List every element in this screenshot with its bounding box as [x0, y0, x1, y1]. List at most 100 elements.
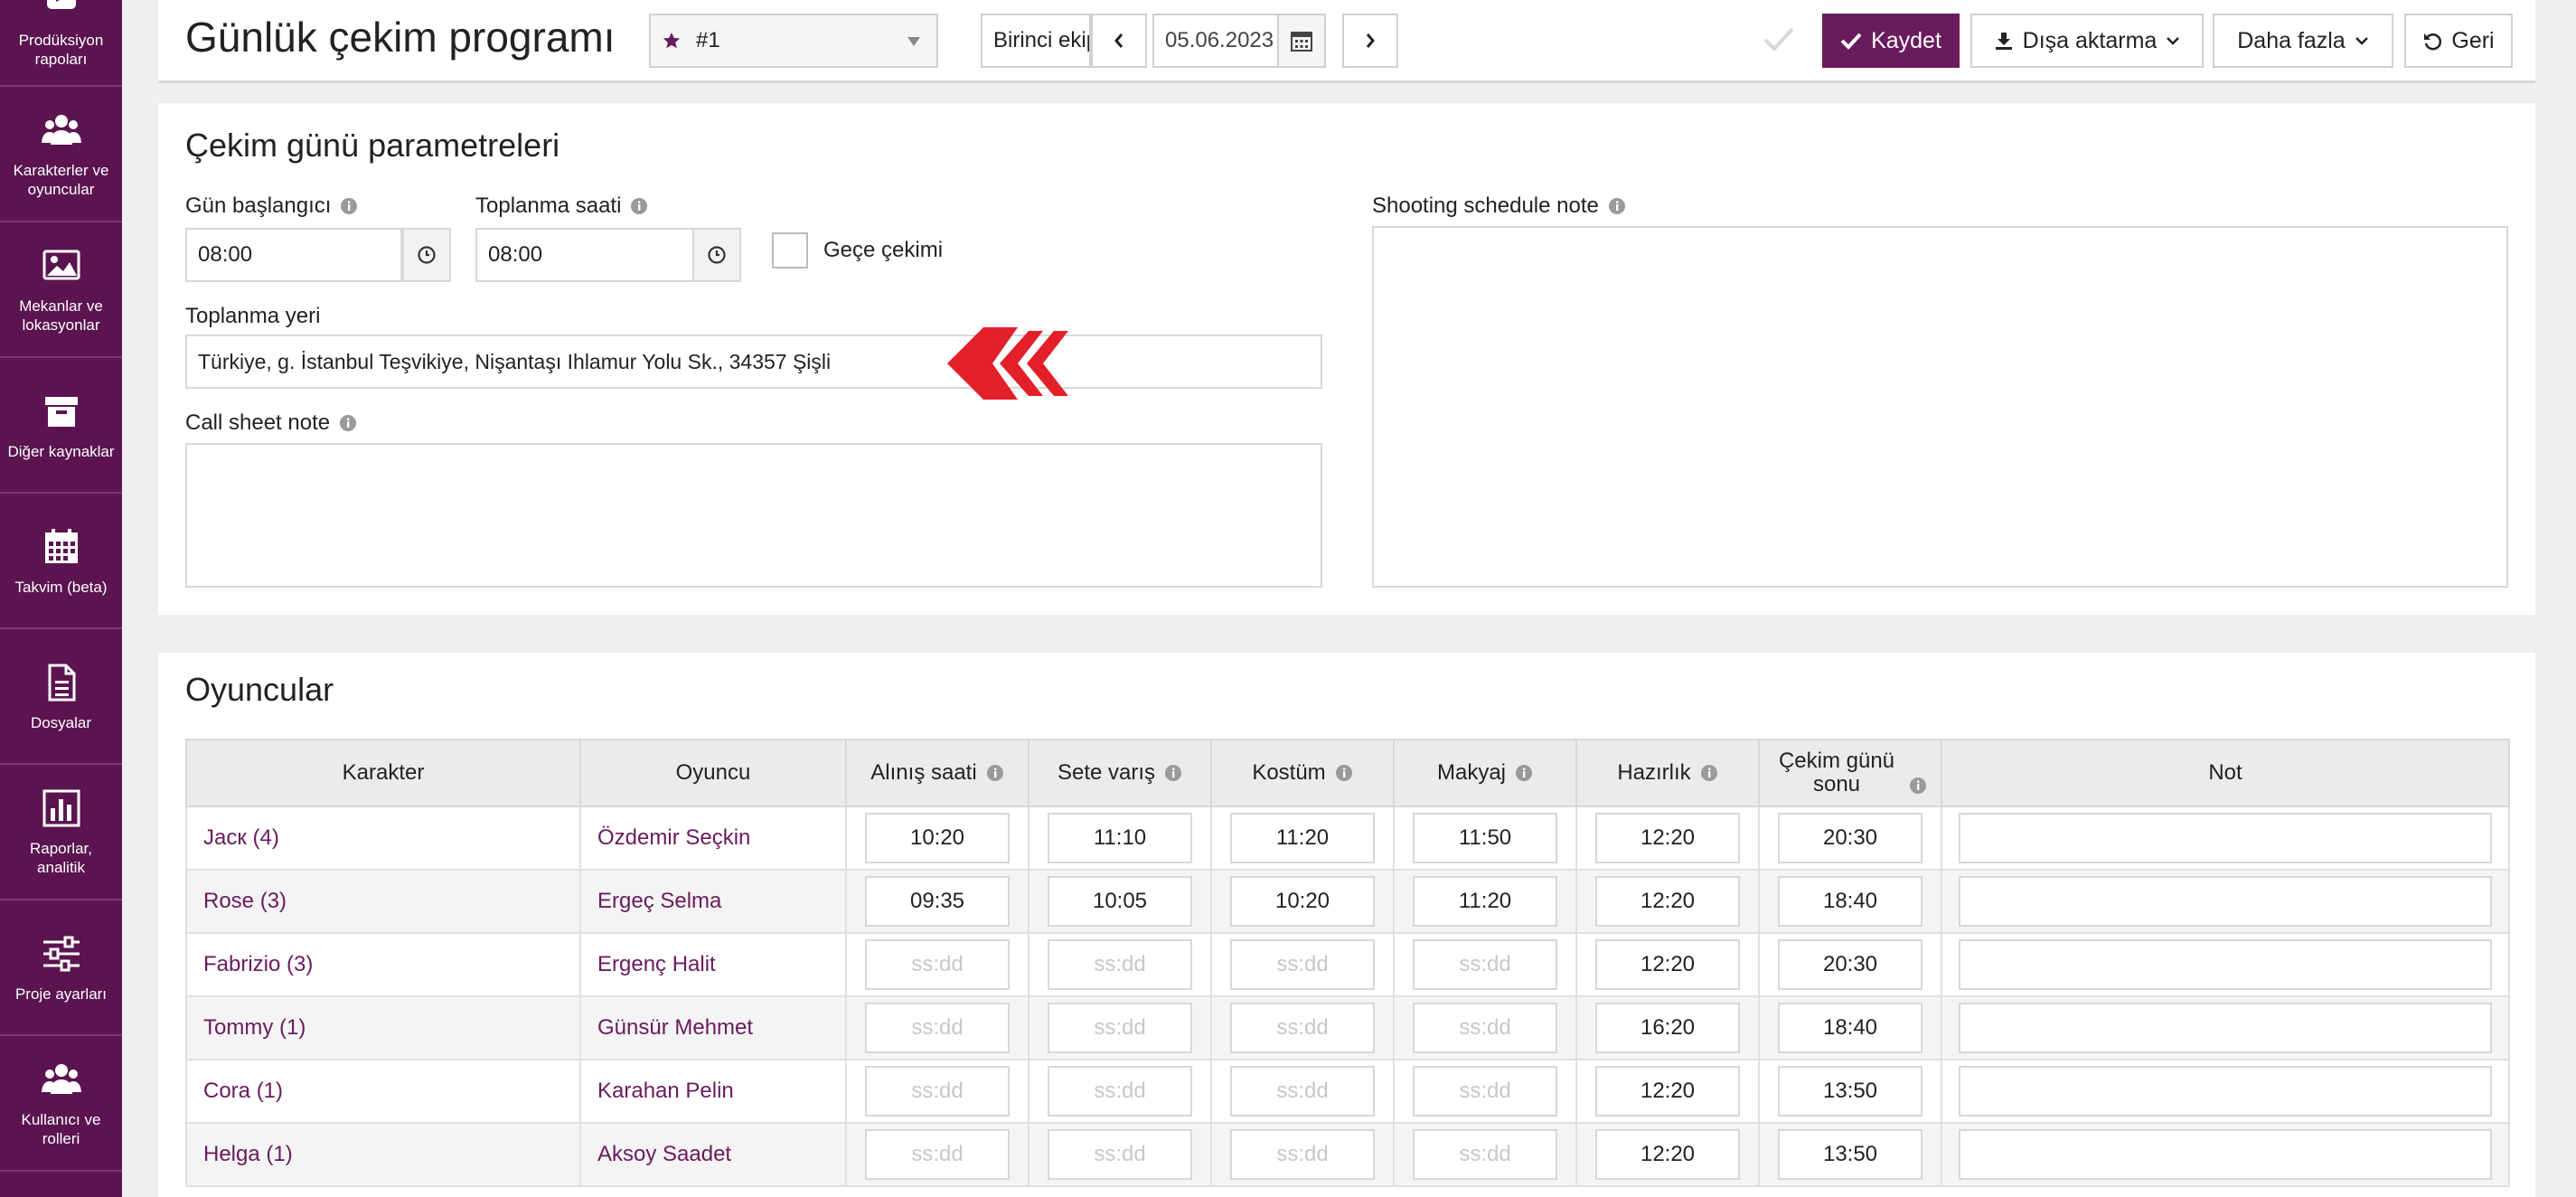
day-start-clock-button[interactable] — [402, 228, 451, 282]
costume-time-input[interactable]: ss:dd — [1230, 1129, 1375, 1180]
shooting-schedule-note-label: Shooting schedule note — [1372, 193, 1626, 219]
actor-link[interactable]: Günsür Mehmet — [581, 1015, 845, 1041]
note-input[interactable] — [1959, 876, 2492, 927]
people-icon — [41, 115, 81, 145]
export-button[interactable]: Dışa aktarma — [1970, 14, 2204, 68]
character-link[interactable]: Rose (3) — [187, 889, 579, 914]
wrap-time-input[interactable]: 18:40 — [1778, 876, 1923, 927]
note-input[interactable] — [1959, 1129, 2492, 1180]
note-input[interactable] — [1959, 1003, 2492, 1053]
gathering-time-clock-button[interactable] — [692, 228, 741, 282]
col-header-makeup-text: Makyaj — [1436, 760, 1507, 785]
sidebar-item-locations[interactable]: Mekanlar ve lokasyonlar — [0, 224, 122, 358]
wrap-time-input[interactable]: 13:50 — [1778, 1129, 1923, 1180]
shooting-schedule-note-textarea[interactable] — [1372, 226, 2508, 588]
sidebar-item-files[interactable]: Dosyalar — [0, 631, 122, 765]
character-link[interactable]: Fabrizio (3) — [187, 952, 579, 977]
pickup-time-input[interactable]: 09:35 — [865, 876, 1010, 927]
wrap-time-input[interactable]: 20:30 — [1778, 813, 1923, 863]
ready-cell-wrap: 12:20 — [1577, 1129, 1758, 1180]
actor-link[interactable]: Özdemir Seçkin — [581, 825, 845, 851]
makeup-time-input[interactable]: ss:dd — [1413, 1129, 1557, 1180]
costume-time-input[interactable]: ss:dd — [1230, 1003, 1375, 1053]
wrap-time-input[interactable]: 13:50 — [1778, 1066, 1923, 1117]
arrival-time-input[interactable]: ss:dd — [1048, 1003, 1192, 1053]
arrival-time-input[interactable]: ss:dd — [1048, 939, 1192, 990]
actor-link[interactable]: Aksoy Saadet — [581, 1142, 845, 1167]
sidebar-item-label: Takvim (beta) — [14, 578, 108, 596]
ready-time-input[interactable]: 12:20 — [1595, 1129, 1740, 1180]
wrap-cell-wrap: 18:40 — [1760, 1003, 1941, 1053]
sidebar-item-users[interactable]: Kullanıcı ve rolleri — [0, 1038, 122, 1172]
call-sheet-note-textarea[interactable] — [185, 443, 1322, 588]
arrival-time-input[interactable]: 11:10 — [1048, 813, 1192, 863]
sidebar-item-calendar[interactable]: Takvim (beta) — [0, 495, 122, 629]
makeup-time-input[interactable]: 11:50 — [1413, 813, 1557, 863]
note-input[interactable] — [1959, 813, 2492, 863]
arrival-time-input[interactable]: ss:dd — [1048, 1066, 1192, 1117]
costume-cell: ss:dd — [1210, 1122, 1395, 1187]
note-cell — [1941, 932, 2510, 997]
pickup-cell-wrap: ss:dd — [847, 1003, 1028, 1053]
makeup-time-input[interactable]: ss:dd — [1413, 939, 1557, 990]
note-input[interactable] — [1959, 939, 2492, 990]
makeup-cell: 11:20 — [1393, 869, 1577, 934]
actor-link[interactable]: Ergeç Selma — [581, 889, 845, 914]
bar-chart-icon — [42, 789, 80, 827]
gathering-time-input[interactable]: 08:00 — [475, 228, 694, 282]
gathering-place-input[interactable]: Türkiye, g. İstanbul Teşvikiye, Nişantaş… — [185, 335, 1322, 389]
col-header-actor: Oyuncu — [579, 739, 847, 807]
arrival-time-input[interactable]: 10:05 — [1048, 876, 1192, 927]
ready-time-input[interactable]: 16:20 — [1595, 1003, 1740, 1053]
team-input[interactable]: Birinci ekip — [981, 14, 1091, 68]
actor-link[interactable]: Ergenç Halit — [581, 952, 845, 977]
note-input[interactable] — [1959, 1066, 2492, 1117]
pickup-time-input[interactable]: ss:dd — [865, 1003, 1010, 1053]
page-title: Günlük çekim programı — [185, 14, 616, 61]
calendar-button[interactable] — [1277, 14, 1326, 68]
costume-time-input[interactable]: ss:dd — [1230, 939, 1375, 990]
character-cell: Helga (1) — [185, 1122, 581, 1187]
pickup-time-input[interactable]: ss:dd — [865, 1066, 1010, 1117]
costume-time-input[interactable]: 11:20 — [1230, 813, 1375, 863]
sidebar-item-reports[interactable]: Raporlar, analitik — [0, 767, 122, 900]
character-link[interactable]: Tommy (1) — [187, 1015, 579, 1041]
makeup-time-input[interactable]: ss:dd — [1413, 1066, 1557, 1117]
date-input[interactable]: 05.06.2023 — [1152, 14, 1279, 68]
costume-cell-wrap: 11:20 — [1212, 813, 1393, 863]
costume-time-input[interactable]: ss:dd — [1230, 1066, 1375, 1117]
makeup-time-input[interactable]: 11:20 — [1413, 876, 1557, 927]
pickup-time-input[interactable]: 10:20 — [865, 813, 1010, 863]
character-link[interactable]: Cora (1) — [187, 1079, 579, 1104]
wrap-cell: 18:40 — [1758, 995, 1942, 1060]
day-start-input[interactable]: 08:00 — [185, 228, 402, 282]
wrap-time-input[interactable]: 20:30 — [1778, 939, 1923, 990]
sidebar-item-production-reports[interactable]: Prodüksiyon rapoları — [0, 0, 122, 87]
next-date-button[interactable] — [1342, 14, 1398, 68]
table-row: Tommy (1) Günsür Mehmet ss:dd ss:dd ss:dd ss:… — [185, 995, 2510, 1060]
ready-time-input[interactable]: 12:20 — [1595, 939, 1740, 990]
back-button-label: Geri — [2451, 27, 2495, 53]
pickup-time-input[interactable]: ss:dd — [865, 1129, 1010, 1180]
sidebar-item-project-settings[interactable]: Proje ayarları — [0, 902, 122, 1036]
night-shoot-checkbox[interactable] — [772, 232, 808, 269]
arrival-time-input[interactable]: ss:dd — [1048, 1129, 1192, 1180]
actor-link[interactable]: Karahan Pelin — [581, 1079, 845, 1104]
character-link[interactable]: Helga (1) — [187, 1142, 579, 1167]
character-link[interactable]: Jacк (4) — [187, 825, 579, 851]
sidebar-item-other-resources[interactable]: Diğer kaynaklar — [0, 360, 122, 494]
costume-time-input[interactable]: 10:20 — [1230, 876, 1375, 927]
ready-time-input[interactable]: 12:20 — [1595, 1066, 1740, 1117]
pickup-time-input[interactable]: ss:dd — [865, 939, 1010, 990]
makeup-time-input[interactable]: ss:dd — [1413, 1003, 1557, 1053]
save-button[interactable]: Kaydet — [1822, 14, 1960, 68]
wrap-cell: 20:30 — [1758, 932, 1942, 997]
ready-time-input[interactable]: 12:20 — [1595, 876, 1740, 927]
ready-time-input[interactable]: 12:20 — [1595, 813, 1740, 863]
more-button[interactable]: Daha fazla — [2213, 14, 2393, 68]
back-button[interactable]: Geri — [2404, 14, 2513, 68]
schedule-select[interactable]: #1 — [649, 14, 938, 68]
prev-date-button[interactable] — [1091, 14, 1147, 68]
wrap-time-input[interactable]: 18:40 — [1778, 1003, 1923, 1053]
sidebar-item-characters[interactable]: Karakterler ve oyuncular — [0, 89, 122, 222]
